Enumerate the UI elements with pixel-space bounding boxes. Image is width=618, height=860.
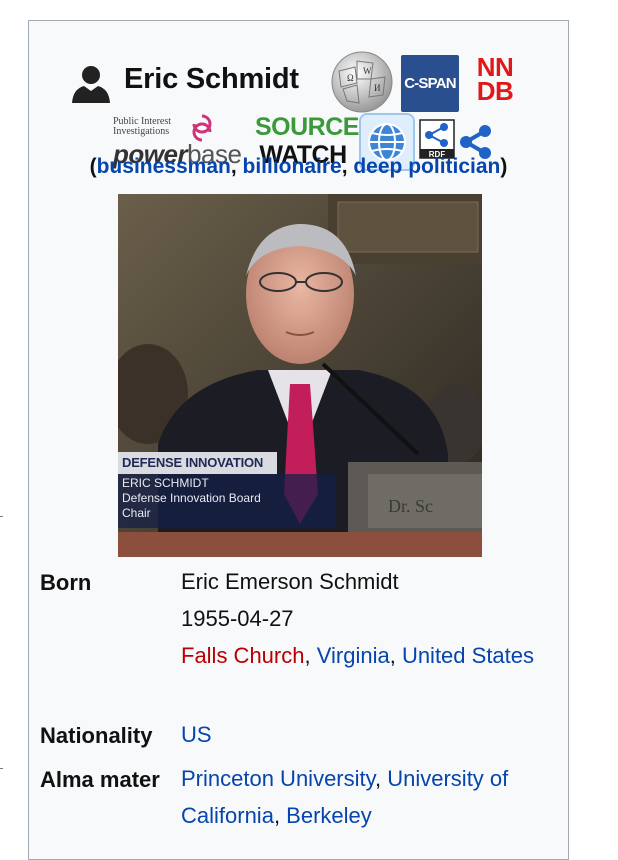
roles-line: (businessman, billionaire, deep politici… (89, 155, 508, 178)
role-link-deep-politician[interactable]: deep politician (353, 155, 500, 178)
tv-lower-third: DEFENSE INNOVATION ERIC SCHMIDT Defense … (118, 452, 336, 528)
row-value-born: Eric Emerson Schmidt 1955-04-27 Falls Ch… (181, 563, 561, 674)
born-name: Eric Emerson Schmidt (181, 569, 399, 594)
rdf-icon[interactable]: RDF (419, 119, 455, 159)
title-row: Eric Schmidt W Ω И C-SPAN NN DB (29, 43, 568, 113)
nndb-icon[interactable]: NN DB (469, 54, 521, 115)
born-date: 1955-04-27 (181, 606, 294, 631)
person-icon (72, 66, 110, 103)
row-value-alma-mater: Princeton University, University of Cali… (181, 766, 509, 828)
row-label-nationality: Nationality (40, 723, 153, 748)
page-title: Eric Schmidt (124, 63, 299, 95)
wiki-glyph: И (374, 83, 381, 93)
row-label-alma-mater: Alma mater (40, 767, 160, 792)
role-link-businessman[interactable]: businessman (97, 155, 231, 178)
row-label-born: Born (40, 570, 92, 595)
link-berkeley[interactable]: Berkeley (286, 803, 372, 828)
powerbase-caption: Public Interest Investigations (113, 116, 172, 137)
nndb-line2: DB (476, 76, 514, 106)
link-us[interactable]: US (181, 722, 212, 747)
link-princeton[interactable]: Princeton University (181, 766, 375, 791)
link-falls-church[interactable]: Falls Church (181, 643, 304, 668)
role-link-billionaire[interactable]: billionaire (243, 155, 342, 178)
wiki-glyph: Ω (347, 73, 354, 83)
gutter-mark (0, 768, 3, 769)
wiki-glyph: W (363, 66, 372, 76)
link-united-states[interactable]: United States (402, 643, 534, 668)
link-virginia[interactable]: Virginia (317, 643, 390, 668)
nameplate-text: Dr. Sc (388, 496, 433, 516)
gutter-mark (0, 516, 3, 517)
wikipedia-icon[interactable]: W Ω И (329, 49, 395, 115)
sourcewatch-line1: SOURCE (255, 113, 359, 141)
row-value-nationality: US (181, 716, 561, 753)
lower-third-banner: DEFENSE INNOVATION (118, 452, 277, 474)
lower-third-body: ERIC SCHMIDT Defense Innovation Board Ch… (118, 474, 336, 528)
born-place: Falls Church, Virginia, United States (181, 643, 535, 668)
cspan-icon[interactable]: C-SPAN (401, 55, 459, 112)
infobox: Eric Schmidt W Ω И C-SPAN NN DB Public I… (28, 20, 569, 860)
portrait-image[interactable]: Dr. Sc DEFENSE INNOVATION ERIC SCHMIDT D… (118, 194, 482, 557)
